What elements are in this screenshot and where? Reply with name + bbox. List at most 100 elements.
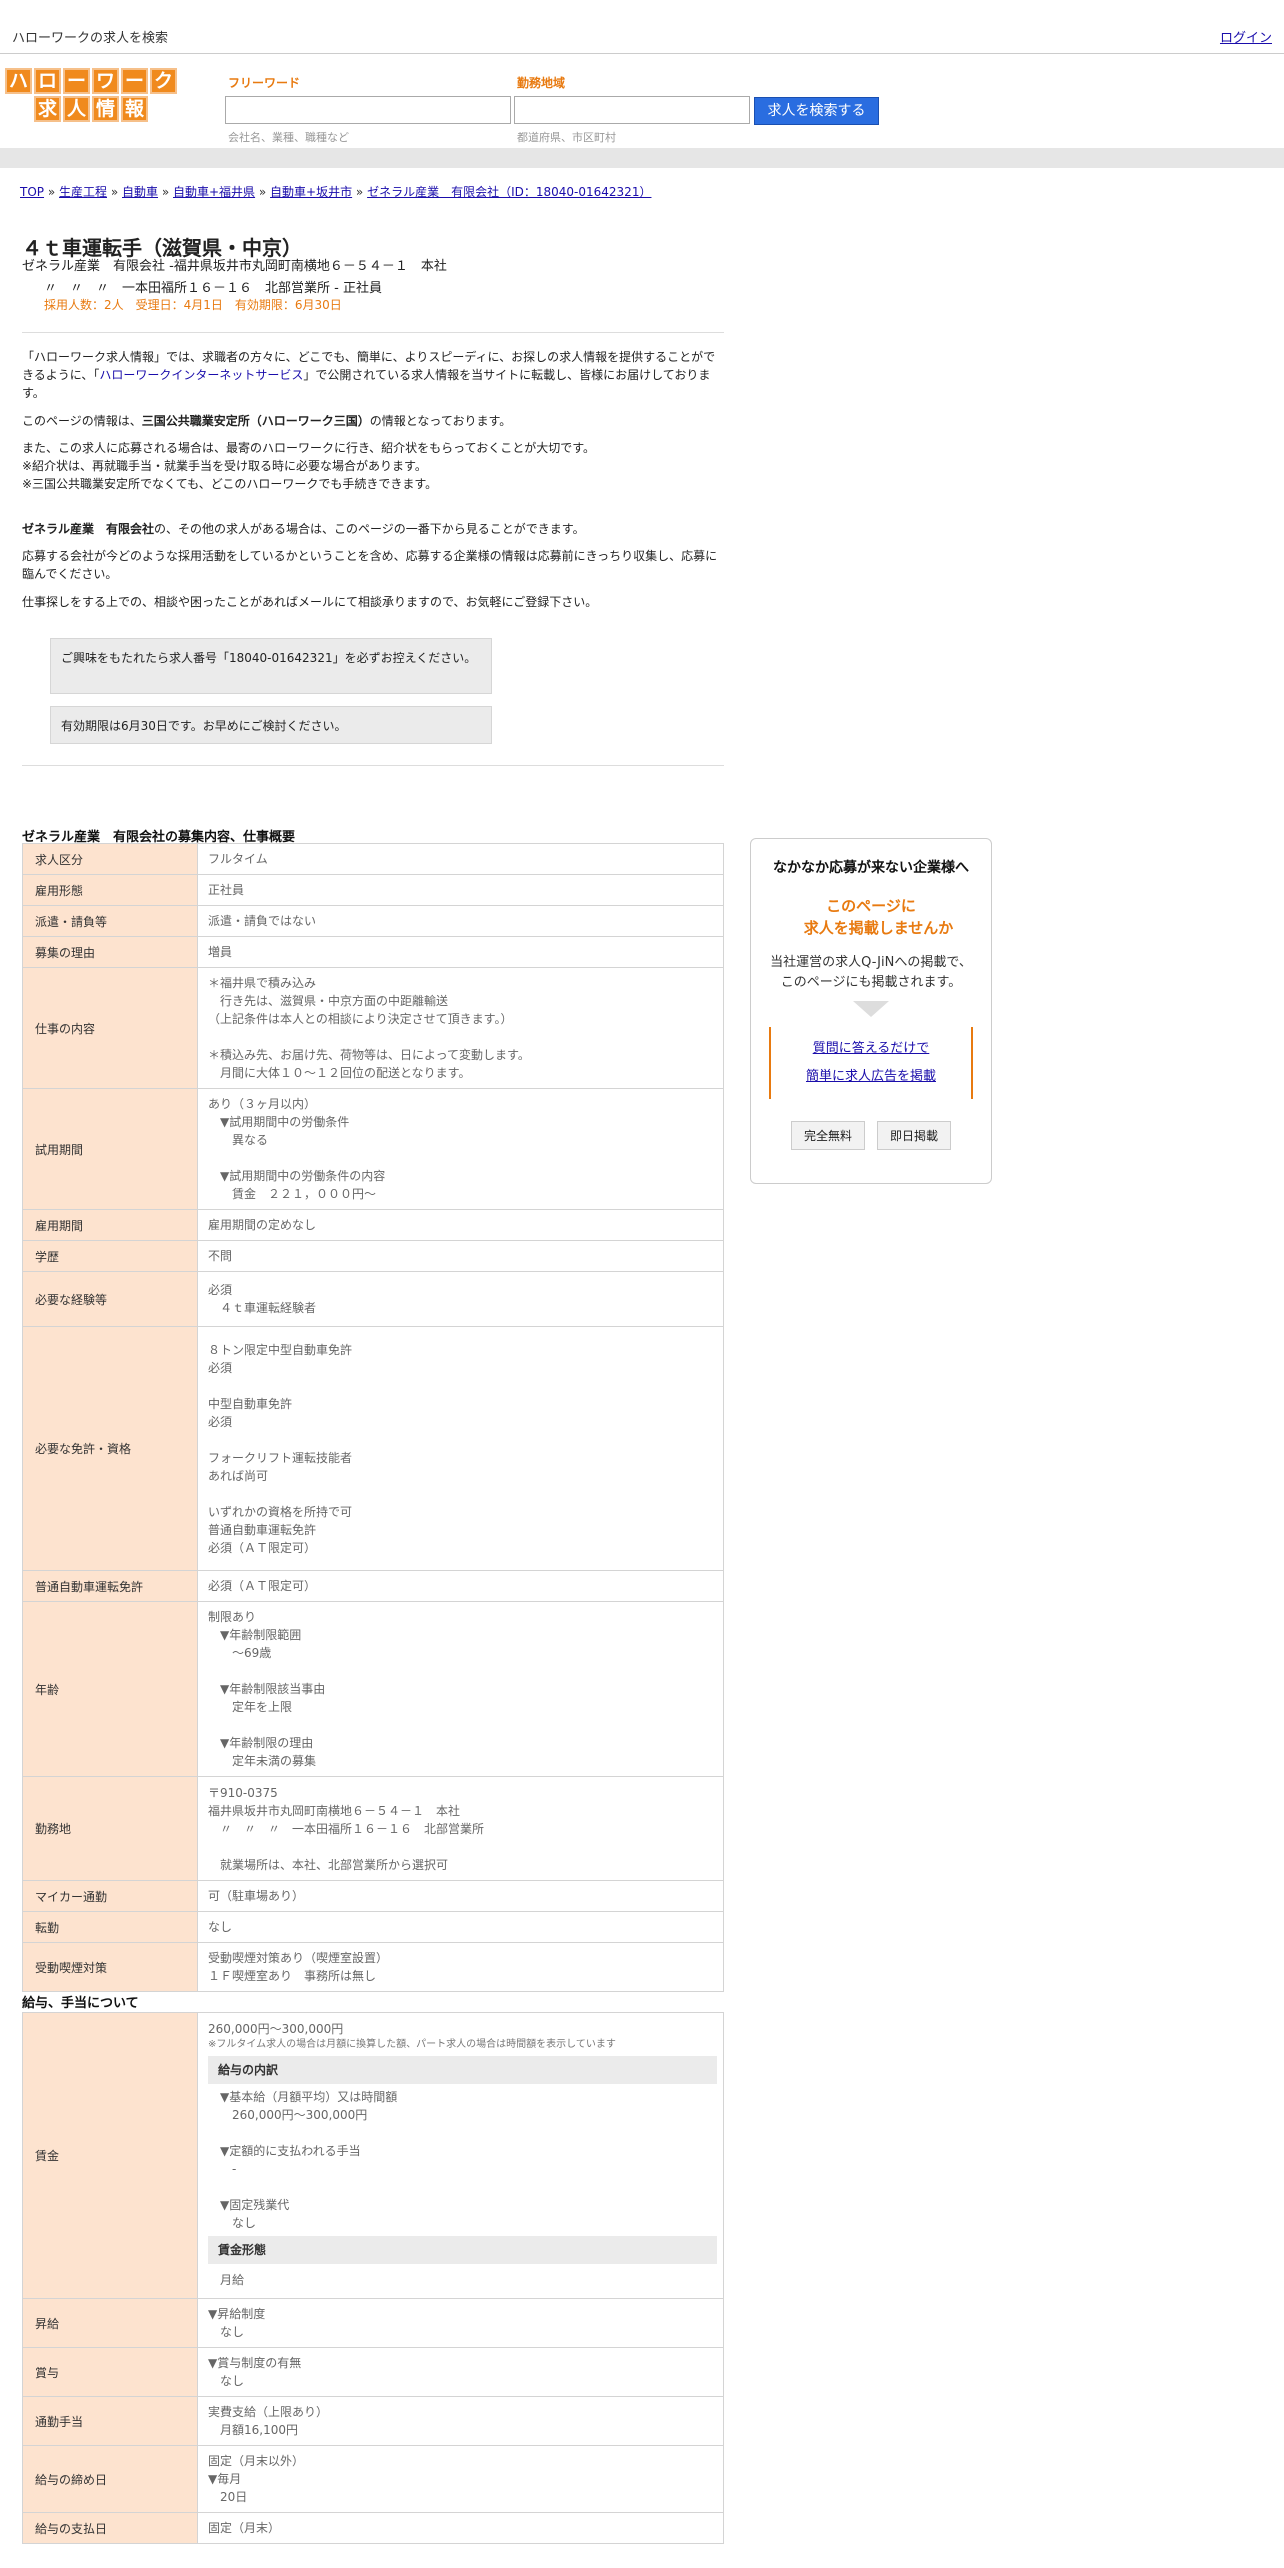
row-label: 派遣・請負等: [22, 905, 198, 937]
table-row: 転勤 なし: [22, 1911, 724, 1943]
company-line-2: 〃 〃 〃 一本田福所１６－１６ 北部営業所 - 正社員: [44, 281, 382, 296]
site-logo[interactable]: ハローワーク 求人情報: [5, 68, 179, 123]
panel-links: 質問に答えるだけで 簡単に求人広告を掲載: [769, 1027, 973, 1099]
row-label: 普通自動車運転免許: [22, 1570, 198, 1602]
row-label: 募集の理由: [22, 936, 198, 968]
salary-table: 賃金 260,000円〜300,000円 ※フルタイム求人の場合は月額に換算した…: [22, 2012, 724, 2544]
job-meta: 採用人数：2人 受理日：4月1日 有効期限：6月30日: [44, 298, 342, 312]
row-label: 賞与: [22, 2347, 198, 2397]
breadcrumb-link[interactable]: 生産工程: [59, 185, 107, 199]
free-button[interactable]: 完全無料: [790, 1121, 865, 1150]
breadcrumb-link[interactable]: 自動車+坂井市: [270, 185, 352, 199]
row-value: 固定（月末以外） ▼毎月 20日: [197, 2445, 724, 2513]
table-row: 通勤手当 実費支給（上限あり） 月額16,100円: [22, 2396, 724, 2446]
table-row: 昇給 ▼昇給制度 なし: [22, 2298, 724, 2348]
intro-paragraph-1: 「ハローワーク求人情報」では、求職者の方々に、どこでも、簡単に、よりスピーディに…: [22, 350, 716, 400]
post-job-link-2[interactable]: 簡単に求人広告を掲載: [806, 1069, 936, 1084]
wage-amount: 260,000円〜300,000円: [208, 2021, 344, 2036]
same-day-button[interactable]: 即日掲載: [877, 1121, 952, 1150]
logo-char: 人: [63, 96, 90, 122]
breadcrumb: TOP » 生産工程 » 自動車 » 自動車+福井県 » 自動車+坂井市 » ゼ…: [20, 183, 651, 200]
row-label: マイカー通勤: [22, 1880, 198, 1912]
advertiser-panel: なかなか応募が来ない企業様へ このページに 求人を掲載しませんか 当社運営の求人…: [750, 838, 992, 1184]
section-title-salary: 給与、手当について: [22, 1996, 139, 2011]
keyword-hint: 会社名、業種、職種など: [228, 131, 349, 144]
row-label: 雇用形態: [22, 874, 198, 906]
breadcrumb-link[interactable]: 自動車: [122, 185, 158, 199]
post-job-link-1[interactable]: 質問に答えるだけで: [813, 1041, 930, 1056]
area-input[interactable]: [514, 96, 750, 124]
search-button[interactable]: 求人を検索する: [754, 97, 879, 125]
row-label: 給与の締め日: [22, 2445, 198, 2513]
row-value: フルタイム: [197, 843, 724, 875]
row-label: 転勤: [22, 1911, 198, 1943]
row-label: 給与の支払日: [22, 2512, 198, 2544]
row-value: 増員: [197, 936, 724, 968]
keyword-input[interactable]: [225, 96, 511, 124]
table-row: 普通自動車運転免許 必須（ＡＴ限定可）: [22, 1570, 724, 1602]
breadcrumb-link[interactable]: ゼネラル産業 有限会社（ID：18040-01642321）: [367, 185, 651, 199]
logo-char: ク: [150, 68, 177, 94]
breadcrumb-separator: »: [107, 185, 122, 199]
site-name: ハローワークの求人を検索: [12, 31, 169, 46]
table-row: 給与の支払日 固定（月末）: [22, 2512, 724, 2544]
table-row: 派遣・請負等 派遣・請負ではない: [22, 905, 724, 937]
row-label: 昇給: [22, 2298, 198, 2348]
login-link[interactable]: ログイン: [1220, 27, 1272, 46]
row-value: 派遣・請負ではない: [197, 905, 724, 937]
row-label: 学歴: [22, 1240, 198, 1272]
logo-char: ワ: [92, 68, 119, 94]
row-label: 年齢: [22, 1601, 198, 1777]
area-label: 勤務地域: [517, 76, 566, 90]
row-value: 固定（月末）: [197, 2512, 724, 2544]
table-row: 賞与 ▼賞与制度の有無 なし: [22, 2347, 724, 2397]
table-row: 勤務地 〒910-0375 福井県坂井市丸岡町南横地６－５４－１ 本社 〃 〃 〃…: [22, 1776, 724, 1881]
header-divider: [0, 148, 1284, 168]
table-row: 年齢 制限あり ▼年齢制限範囲 〜69歳 ▼年齢制限該当事由 定年を上限 ▼年齢制…: [22, 1601, 724, 1777]
wage-breakdown-title: 給与の内訳: [208, 2055, 717, 2084]
table-row: 雇用形態 正社員: [22, 874, 724, 906]
wage-note: ※フルタイム求人の場合は月額に換算した額、パート求人の場合は時間額を表示していま…: [208, 2038, 616, 2050]
row-label: 賃金: [22, 2012, 198, 2299]
table-row: 仕事の内容 ＊福井県で積み込み 行き先は、滋賀県・中京方面の中距離輸送 （上記条件…: [22, 967, 724, 1089]
table-row: 募集の理由 増員: [22, 936, 724, 968]
area-hint: 都道府県、市区町村: [517, 131, 616, 144]
row-value: ＊福井県で積み込み 行き先は、滋賀県・中京方面の中距離輸送 （上記条件は本人との…: [197, 967, 724, 1089]
row-label: 雇用期間: [22, 1209, 198, 1241]
job-details-table: 求人区分 フルタイム 雇用形態 正社員 派遣・請負等 派遣・請負ではない 募集の理由 増員 仕事…: [22, 843, 724, 1992]
intro-paragraph-5: 応募する会社が今どのような採用活動をしているかということを含め、応募する企業様の…: [22, 549, 718, 581]
table-row: 必要な経験等 必須 ４ｔ車運転経験者: [22, 1271, 724, 1327]
table-row: マイカー通勤 可（駐車場あり）: [22, 1880, 724, 1912]
expiry-note: 有効期限は6月30日です。お早めにご検討ください。: [50, 706, 492, 744]
row-label: 試用期間: [22, 1088, 198, 1210]
table-row: 試用期間 あり（３ヶ月以内） ▼試用期間中の労働条件 異なる ▼試用期間中の労働条…: [22, 1088, 724, 1210]
divider: [22, 332, 724, 333]
breadcrumb-separator: »: [255, 185, 271, 199]
panel-description: 当社運営の求人Q-JiNへの掲載で、 このページにも掲載されます。: [770, 955, 972, 990]
breadcrumb-link[interactable]: TOP: [20, 185, 44, 199]
panel-heading: なかなか応募が来ない企業様へ: [773, 860, 969, 876]
table-row: 学歴 不問: [22, 1240, 724, 1272]
logo-char: ー: [121, 68, 148, 94]
row-value: 可（駐車場あり）: [197, 1880, 724, 1912]
wage-breakdown: ▼基本給（月額平均）又は時間額 260,000円〜300,000円 ▼定額的に支…: [220, 2089, 398, 2230]
row-label: 通勤手当: [22, 2396, 198, 2446]
row-value: 実費支給（上限あり） 月額16,100円: [197, 2396, 724, 2446]
breadcrumb-separator: »: [352, 185, 368, 199]
logo-char: 求: [34, 96, 61, 122]
logo-char: ロ: [34, 68, 61, 94]
row-value: ８トン限定中型自動車免許 必須 中型自動車免許 必須 フォークリフト運転技能者 …: [197, 1326, 724, 1571]
intro-paragraph-3: また、この求人に応募される場合は、最寄のハローワークに行き、紹介状をもらっておく…: [22, 441, 596, 491]
table-row: 雇用期間 雇用期間の定めなし: [22, 1209, 724, 1241]
wage-form: 月給: [208, 2272, 245, 2287]
table-row: 賃金 260,000円〜300,000円 ※フルタイム求人の場合は月額に換算した…: [22, 2012, 724, 2299]
hellowork-internet-link[interactable]: ハローワークインターネットサービス: [99, 368, 303, 382]
row-value: ▼昇給制度 なし: [197, 2298, 724, 2348]
wage-form-title: 賃金形態: [208, 2235, 717, 2264]
breadcrumb-link[interactable]: 自動車+福井県: [173, 185, 255, 199]
row-value: 受動喫煙対策あり（喫煙室設置） １Ｆ喫煙室あり 事務所は無し: [197, 1942, 724, 1992]
row-label: 受動喫煙対策: [22, 1942, 198, 1992]
row-value: 不問: [197, 1240, 724, 1272]
table-row: 給与の締め日 固定（月末以外） ▼毎月 20日: [22, 2445, 724, 2513]
intro-paragraph-6: 仕事探しをする上での、相談や困ったことがあればメールにて相談承りますので、お気軽…: [22, 595, 598, 609]
